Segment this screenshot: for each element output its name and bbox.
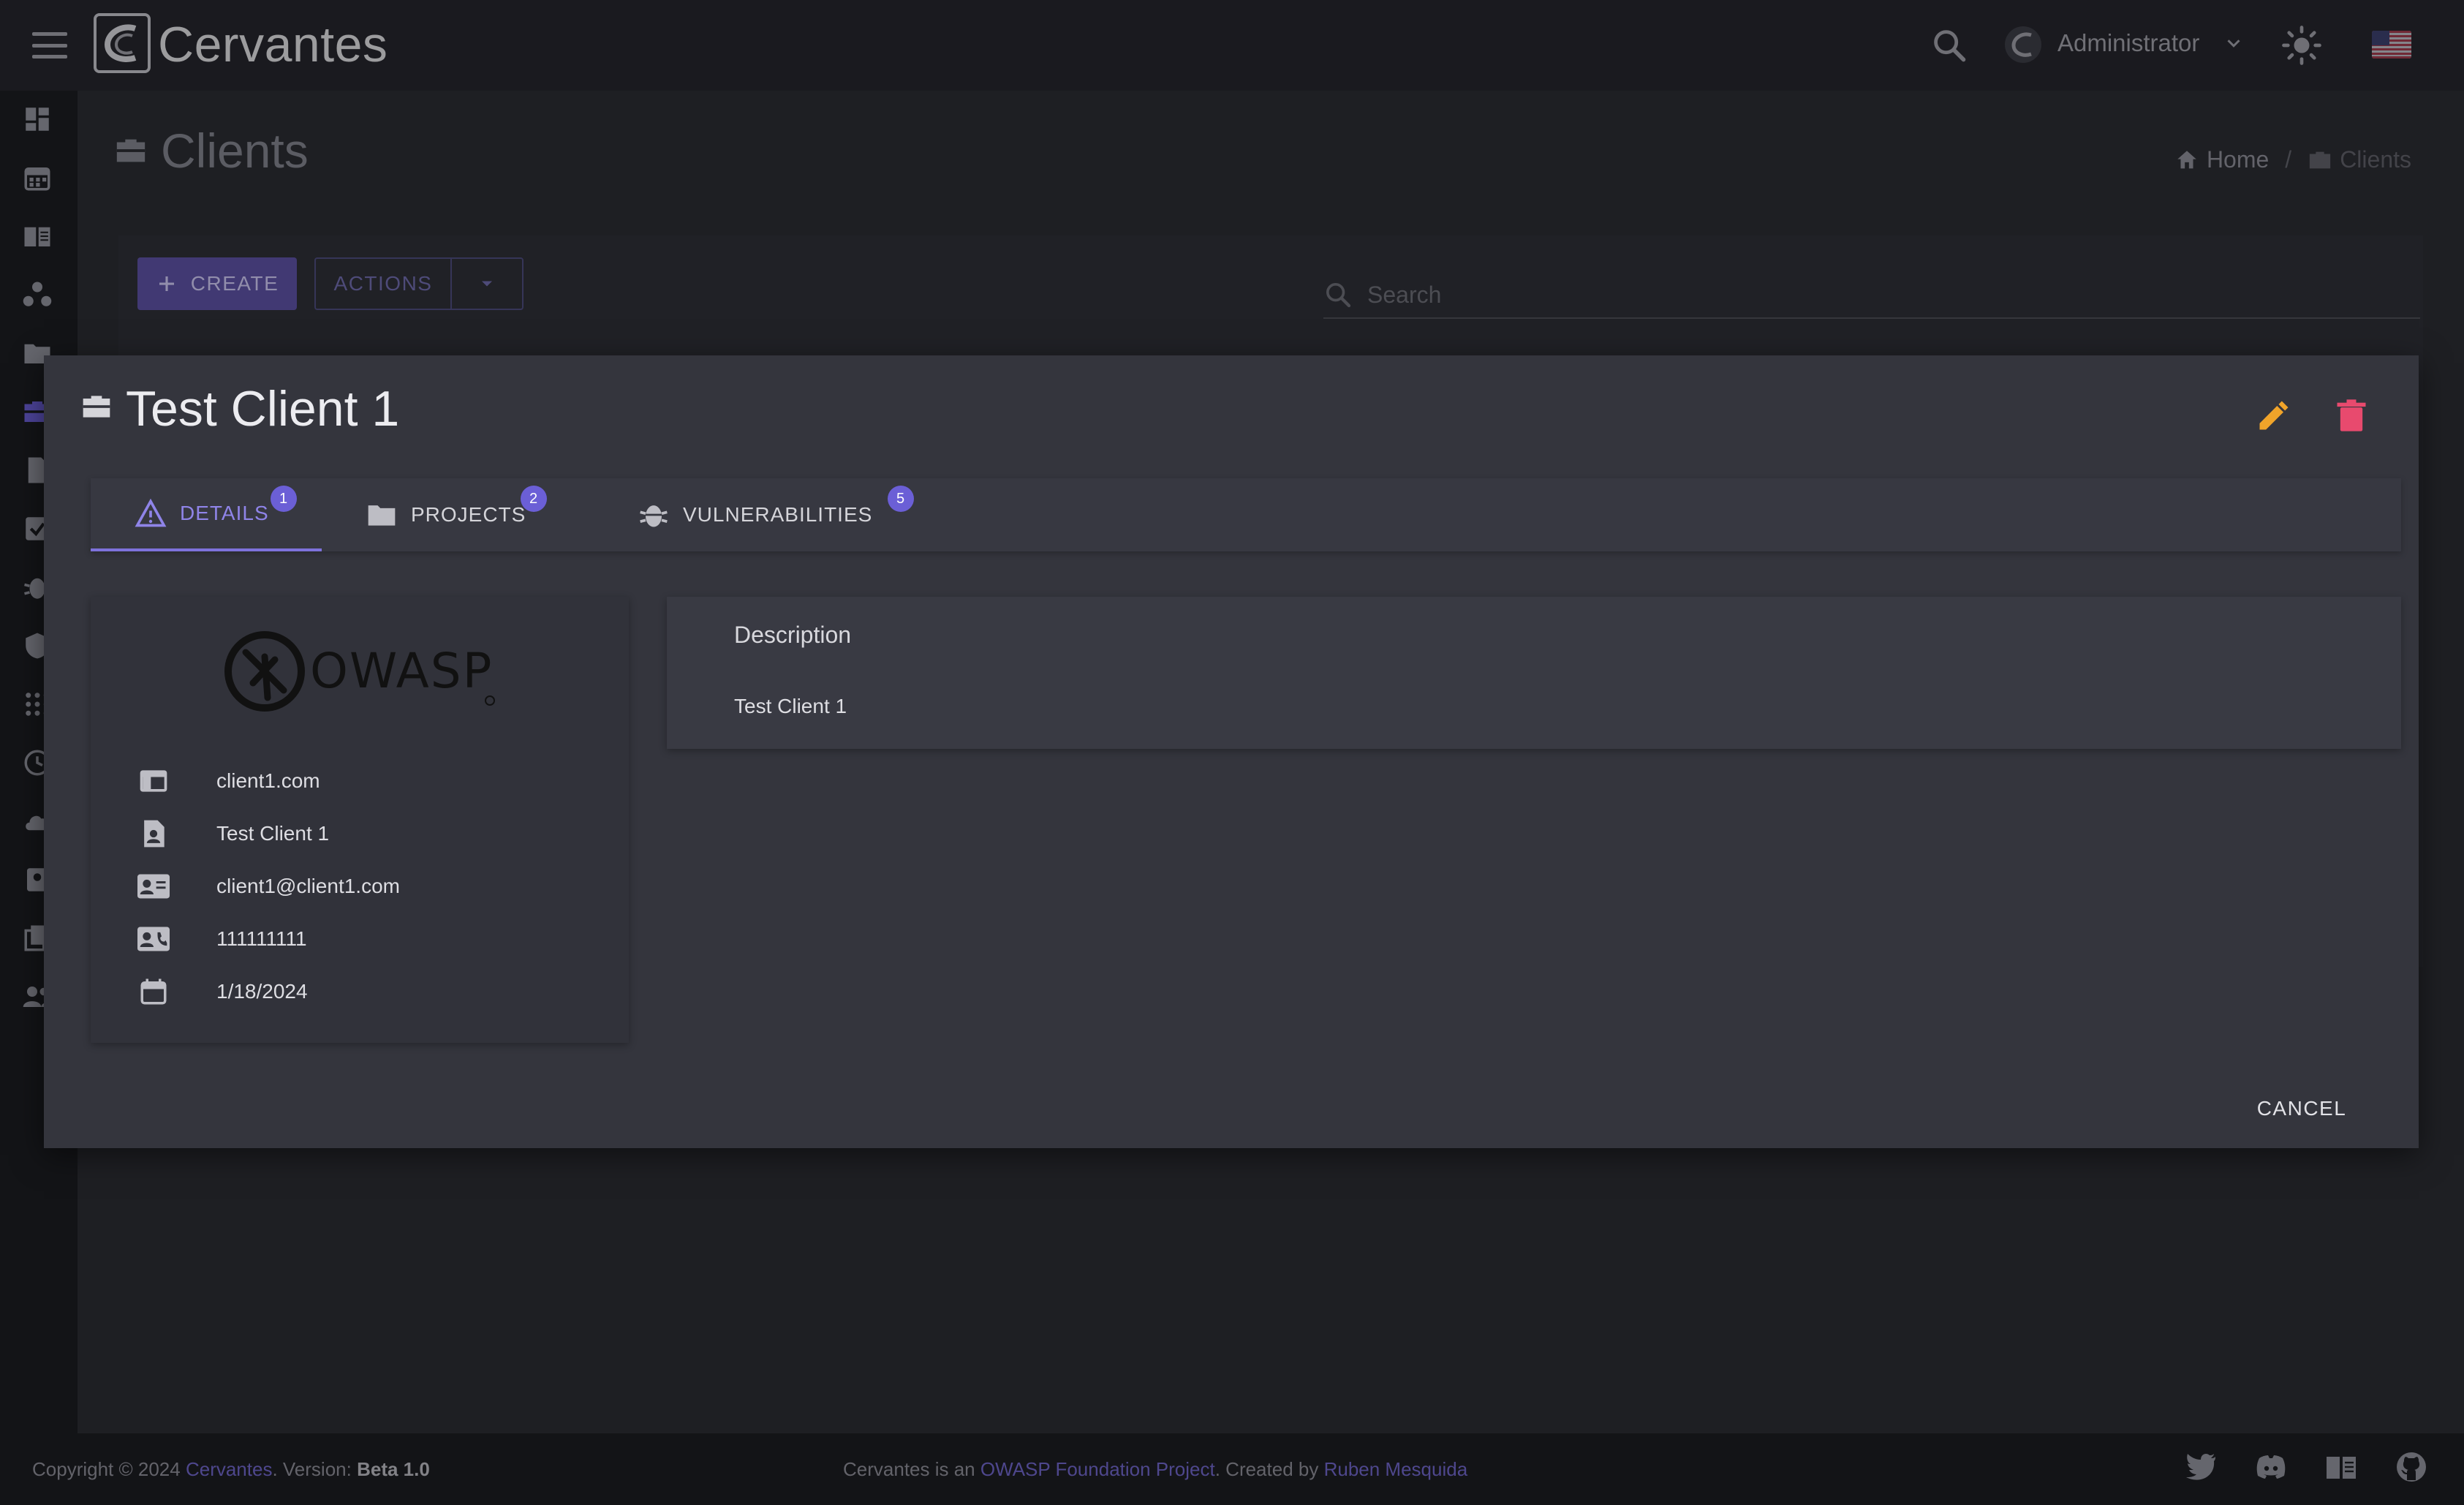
- client-contact-row: Test Client 1: [136, 816, 329, 851]
- edit-icon[interactable]: [2255, 396, 2293, 434]
- description-text: Test Client 1: [734, 695, 847, 717]
- dialog-title: Test Client 1: [126, 381, 400, 437]
- tab-details[interactable]: DETAILS 1: [91, 478, 322, 551]
- owasp-logo-text: OWASP: [310, 643, 493, 699]
- folder-icon: [368, 505, 396, 526]
- tab-projects-badge: 2: [521, 486, 547, 512]
- cancel-button[interactable]: CANCEL: [2248, 1087, 2356, 1131]
- contact-email-icon: [136, 869, 171, 904]
- client-url: client1.com: [216, 769, 320, 792]
- tab-vulnerabilities-label: VULNERABILITIES: [683, 503, 873, 526]
- client-phone: 111111111: [216, 927, 307, 950]
- tab-projects-label: PROJECTS: [411, 503, 526, 526]
- tab-details-badge: 1: [271, 486, 297, 512]
- client-email-row: client1@client1.com: [136, 869, 400, 904]
- briefcase-icon: [83, 396, 110, 418]
- tab-vulnerabilities[interactable]: VULNERABILITIES 5: [594, 478, 930, 551]
- tab-projects[interactable]: PROJECTS 2: [322, 478, 594, 551]
- description-card: [667, 597, 2401, 749]
- client-phone-row: 111111111: [136, 921, 307, 957]
- client-date: 1/18/2024: [216, 980, 308, 1003]
- client-details-dialog: Test Client 1 DETAILS 1 PROJECTS 2 VULNE…: [44, 355, 2419, 1148]
- delete-icon[interactable]: [2332, 396, 2370, 434]
- bug-icon: [640, 505, 668, 527]
- web-icon: [136, 763, 171, 799]
- contact-name-icon: [136, 816, 171, 851]
- client-logo: OWASP: [224, 627, 502, 719]
- warning-icon: [135, 498, 167, 527]
- description-label: Description: [734, 622, 852, 648]
- dialog-tabs: DETAILS 1 PROJECTS 2 VULNERABILITIES 5: [91, 478, 2401, 551]
- tab-details-label: DETAILS: [180, 502, 269, 524]
- tab-vulnerabilities-badge: 5: [888, 486, 914, 512]
- client-date-row: 1/18/2024: [136, 974, 308, 1009]
- contact-phone-icon: [136, 921, 171, 957]
- client-contact-name: Test Client 1: [216, 822, 330, 845]
- calendar-icon: [136, 974, 171, 1009]
- client-url-row: client1.com: [136, 763, 320, 799]
- client-email: client1@client1.com: [216, 875, 400, 897]
